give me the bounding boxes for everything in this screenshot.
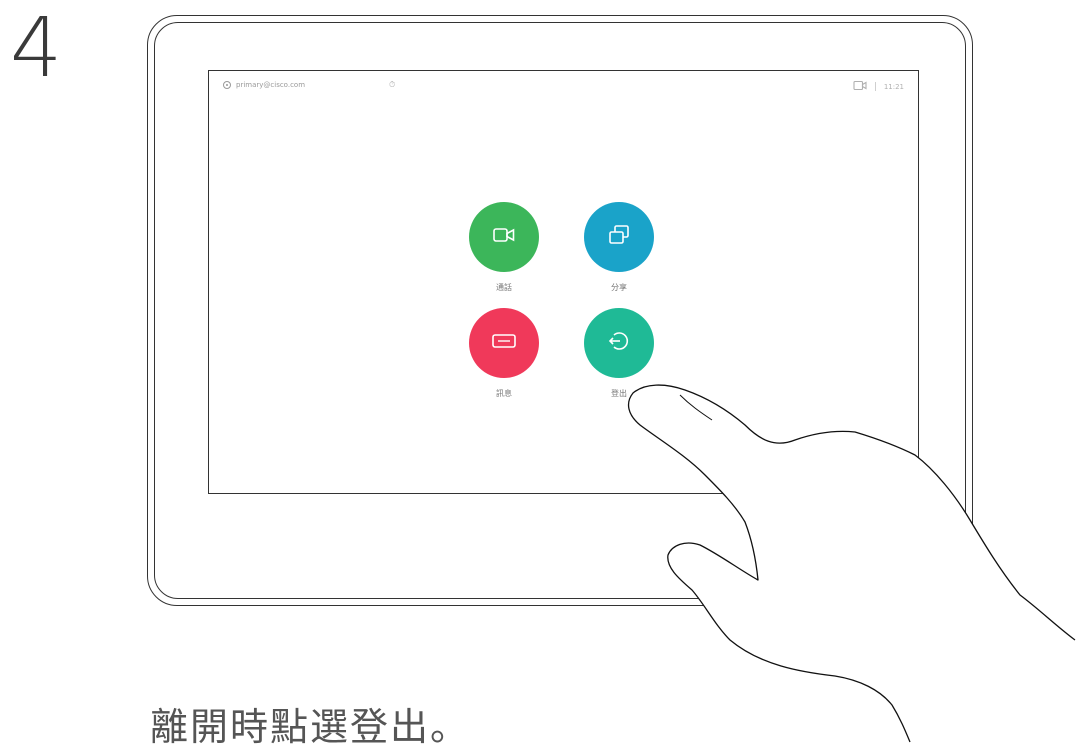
touch-panel-screen: primary@cisco.com ⏱ 11:21 通話 分享 訊息 登出 bbox=[208, 70, 919, 494]
do-not-disturb-icon[interactable]: ⏱ bbox=[389, 80, 395, 90]
signout-tile[interactable]: 登出 bbox=[579, 308, 659, 399]
registration-icon bbox=[223, 81, 231, 89]
instruction-caption: 離開時點選登出。 bbox=[150, 705, 471, 749]
video-camera-icon bbox=[493, 227, 515, 247]
sip-address-indicator[interactable]: primary@cisco.com bbox=[223, 81, 305, 89]
status-separator bbox=[874, 82, 876, 91]
share-tile[interactable]: 分享 bbox=[579, 202, 659, 293]
call-button[interactable] bbox=[469, 202, 539, 272]
signout-label: 登出 bbox=[611, 389, 627, 398]
call-tile[interactable]: 通話 bbox=[464, 202, 544, 293]
sip-address: primary@cisco.com bbox=[236, 81, 306, 89]
share-screen-icon bbox=[608, 225, 630, 249]
messages-tile[interactable]: 訊息 bbox=[464, 308, 544, 399]
status-bar: primary@cisco.com ⏱ 11:21 bbox=[209, 71, 918, 101]
message-icon bbox=[492, 332, 516, 354]
step-number: 4 bbox=[10, 1, 62, 96]
camera-icon[interactable] bbox=[853, 80, 867, 93]
share-button[interactable] bbox=[584, 202, 654, 272]
messages-button[interactable] bbox=[469, 308, 539, 378]
sign-out-icon bbox=[608, 330, 630, 356]
messages-label: 訊息 bbox=[496, 389, 512, 398]
status-right: 11:21 bbox=[853, 80, 904, 93]
clock: 11:21 bbox=[883, 82, 904, 91]
share-label: 分享 bbox=[611, 283, 627, 292]
call-label: 通話 bbox=[496, 283, 512, 292]
signout-button[interactable] bbox=[584, 308, 654, 378]
